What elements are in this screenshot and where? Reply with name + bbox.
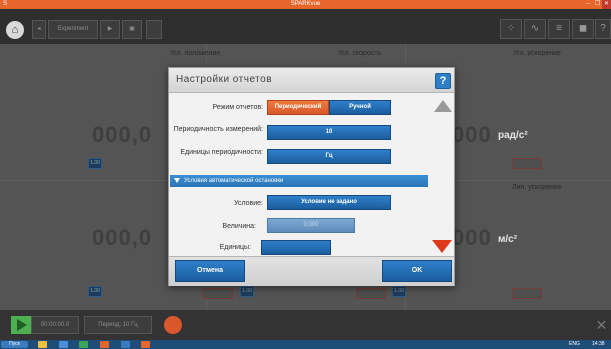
angular-velocity-label: Угл. скорость [338,50,382,57]
graph-icon[interactable]: ∿ [524,19,546,39]
app-icon[interactable] [79,341,88,348]
language-indicator[interactable]: ENG [569,340,580,349]
explorer-icon[interactable] [38,341,47,348]
pages-icon[interactable]: ▶ [100,20,120,39]
angle-position-label: Угл. положение [170,50,221,57]
mode-periodic-button[interactable]: Периодический [267,100,329,115]
toolbar-blank-button[interactable] [146,20,162,39]
close-icon[interactable]: ✕ [592,313,611,337]
lower-left-value: 000,0 [92,225,153,250]
bottom-control-bar: 00:00:00.0 Период: 10 Гц ✕ [0,310,611,340]
report-mode-label: Режим отчетов: [212,104,263,111]
auto-stop-section-header[interactable]: Условия автоматической остановки [170,175,428,187]
condition-select[interactable]: Условие не задано [267,195,391,210]
experiment-button[interactable]: Experiment [48,20,98,39]
sparkvue-taskbar-icon[interactable] [141,341,150,348]
angular-acceleration-label: Угл. ускорение [513,50,561,57]
camera-icon[interactable]: ◼ [572,19,594,39]
record-icon[interactable] [164,316,182,334]
auto-stop-section-title: Условия автоматической остановки [184,178,284,184]
units2-label: Единицы: [219,244,251,251]
play-icon[interactable] [11,316,31,334]
panel-sensor-box[interactable] [512,158,542,169]
os-taskbar: Пуск ENG 14:38 [0,340,611,349]
start-button[interactable]: Пуск [1,341,28,348]
panel-sensor-box[interactable] [512,288,542,299]
cancel-button[interactable]: Отмена [175,260,245,282]
linear-acceleration-unit: м/с² [498,234,518,245]
elapsed-time: 00:00:00.0 [31,316,79,334]
dialog-header: Настройки отчетов ? [169,68,454,93]
minimize-button[interactable]: – [583,0,593,9]
panel-sensor-box[interactable] [356,288,386,299]
dialog-title: Настройки отчетов [176,74,273,85]
panel-button[interactable]: 1.00 [88,286,102,297]
periodicity-units-label: Единицы периодичности: [180,149,263,156]
panel-sensor-box[interactable] [203,288,233,299]
mode-manual-button[interactable]: Ручной [329,100,391,115]
panel-button[interactable]: 1.00 [240,286,254,297]
magnitude-field[interactable]: 0,000 [267,218,355,233]
back-arrow-icon[interactable]: ◂ [32,20,46,39]
help-button[interactable]: ? [435,73,451,89]
journal-icon[interactable]: ≡ [548,19,570,39]
panel-button[interactable]: 1.00 [392,286,406,297]
angle-position-value: 000,0 [92,122,153,147]
close-window-button[interactable]: ✕ [602,0,611,9]
linear-acceleration-value: 000 [452,225,492,250]
help-icon[interactable]: ? [595,19,611,39]
magnitude-label: Величина: [222,223,256,230]
maximize-button[interactable]: ❐ [593,0,602,9]
browser-icon[interactable] [59,341,68,348]
angular-acceleration-unit: рад/с² [498,130,528,141]
sample-rate-button[interactable]: Период: 10 Гц [84,316,152,334]
app-icon[interactable] [100,341,109,348]
app-icon[interactable] [121,341,130,348]
angular-acceleration-value: 000 [452,122,492,147]
condition-label: Условие: [233,200,263,207]
ok-button[interactable]: OK [382,260,452,282]
scroll-down-arrow-icon[interactable] [432,240,452,253]
linear-acceleration-label: Лин. ускорение [512,184,562,191]
document-icon[interactable]: ▣ [122,20,142,39]
sensor-icon[interactable]: ⁘ [500,19,522,39]
home-icon[interactable]: ⌂ [6,21,24,39]
top-toolbar: ⌂ ◂ Experiment ▶ ▣ ⁘ ∿ ≡ ◼ ? [0,9,611,44]
units2-select[interactable] [261,240,331,255]
panel-button[interactable]: 1.00 [88,158,102,169]
report-settings-dialog: Настройки отчетов ? Режим отчетов: Перио… [168,67,455,286]
window-titlebar: S SPARKvue – ❐ ✕ [0,0,611,9]
dialog-footer: Отмена OK [169,256,454,286]
periodicity-units-select[interactable]: Гц [267,149,391,164]
clock: 14:38 [592,341,605,347]
periodicity-label: Периодичность измерений: [173,126,263,133]
window-title: SPARKvue [290,1,321,7]
periodicity-select[interactable]: 10 [267,125,391,140]
collapse-triangle-icon [174,178,180,183]
scroll-up-arrow-icon[interactable] [434,100,452,112]
